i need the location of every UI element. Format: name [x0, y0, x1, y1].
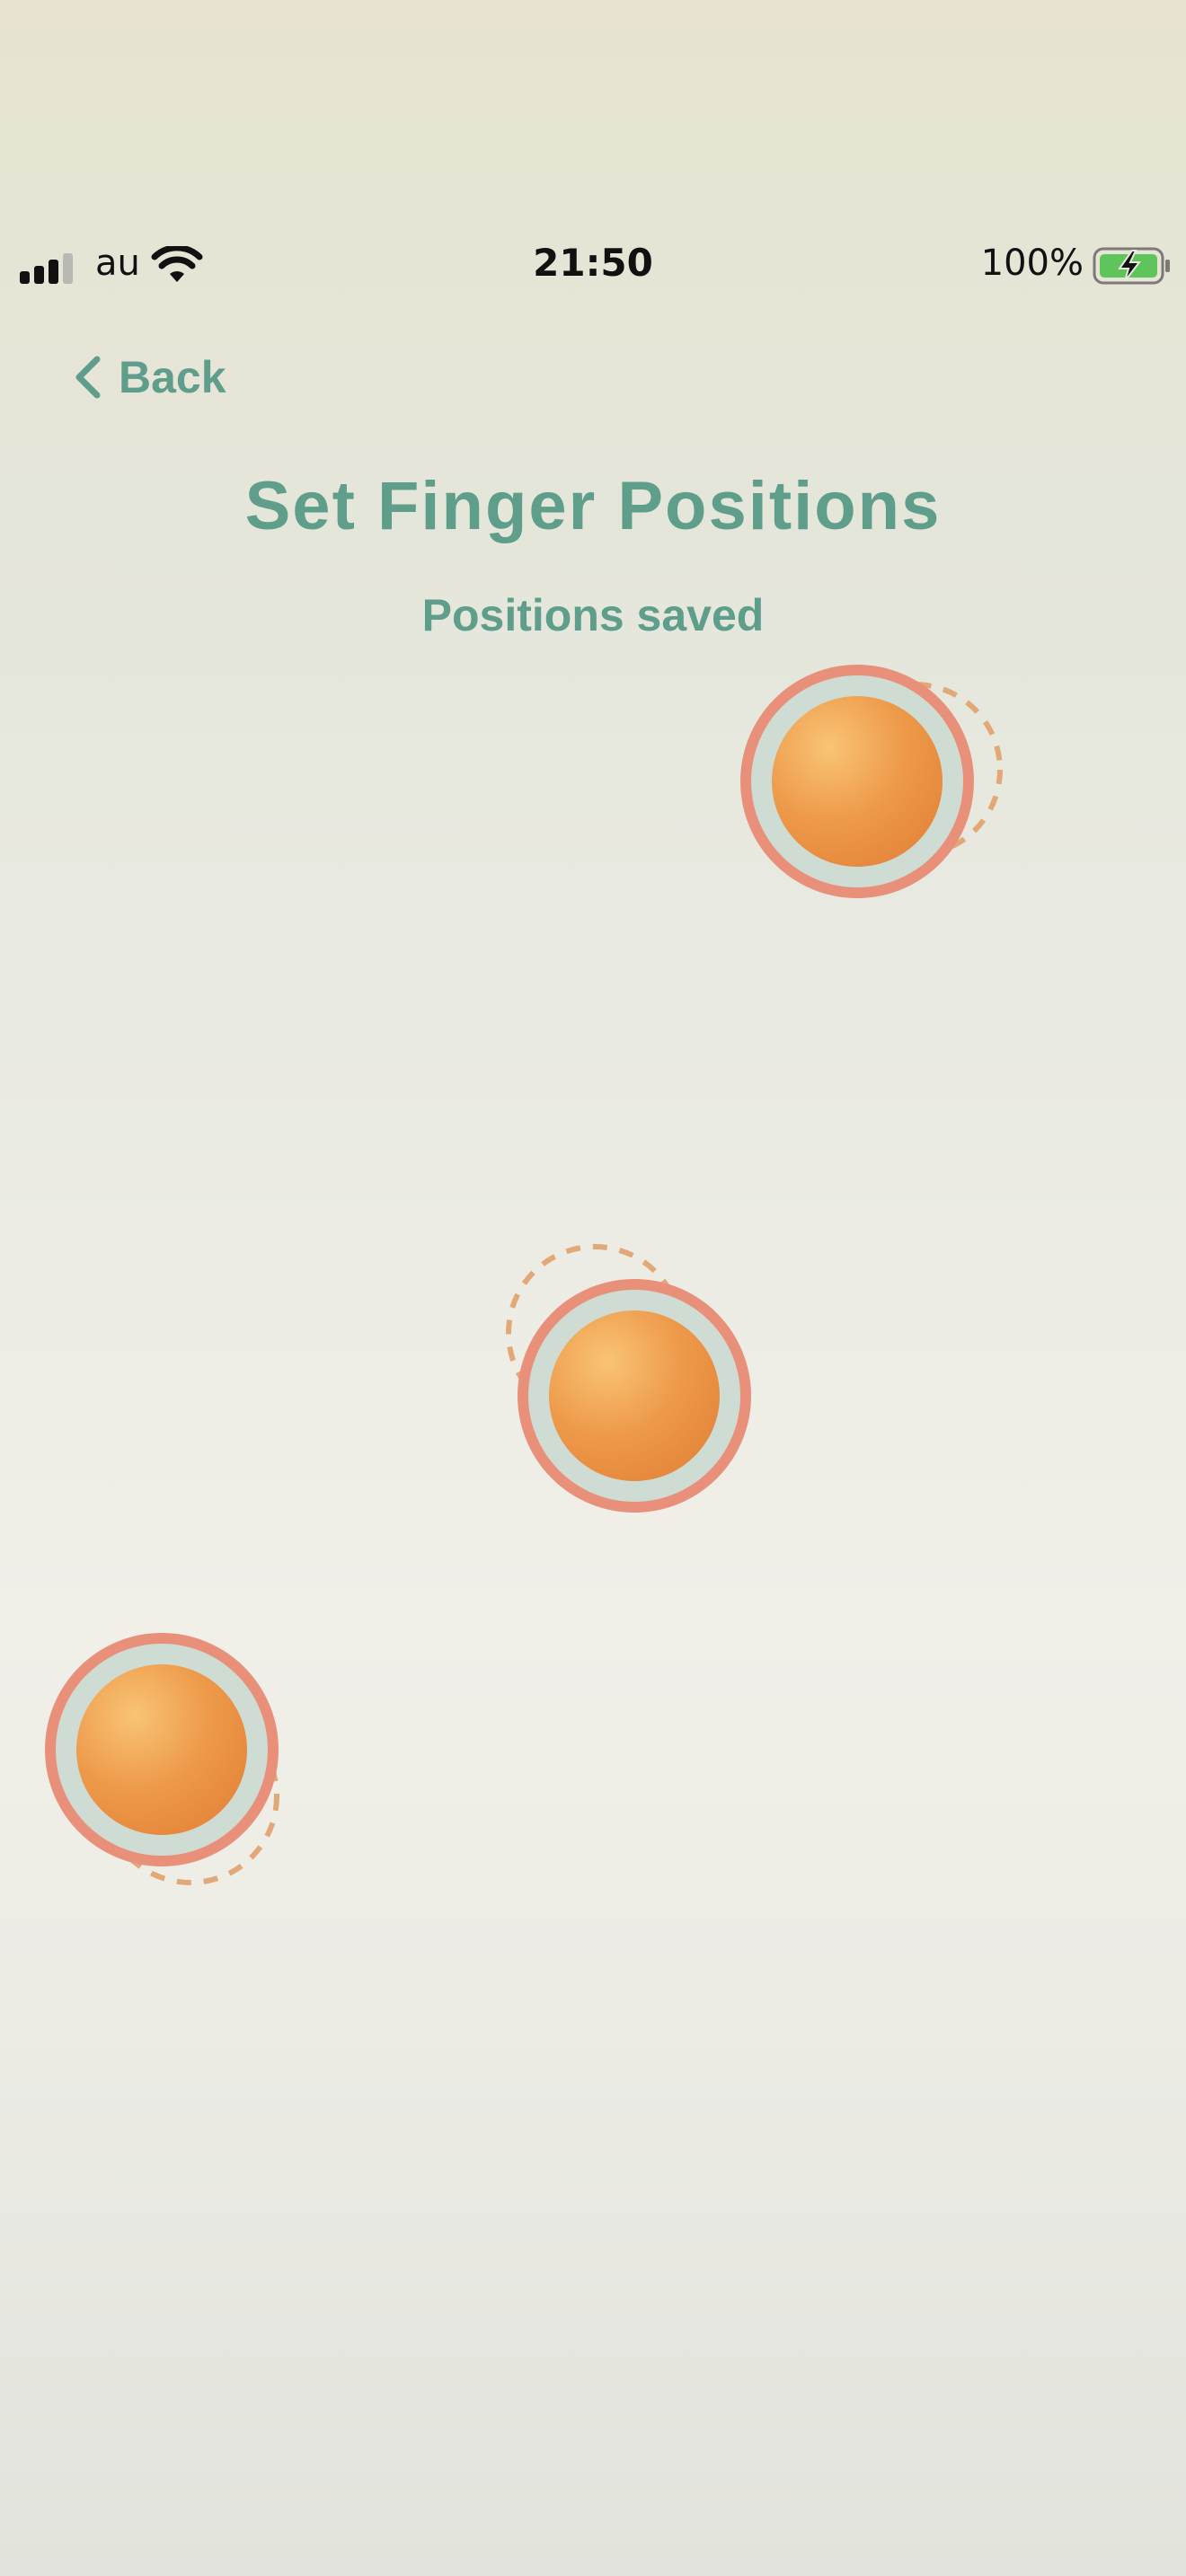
status-bar: au 21:50 100%: [0, 235, 1186, 295]
finger-marker-1[interactable]: [740, 665, 1003, 898]
finger-dot[interactable]: [549, 1310, 720, 1481]
finger-marker-2[interactable]: [506, 1244, 751, 1513]
back-button[interactable]: Back: [72, 343, 226, 411]
finger-marker-3[interactable]: [45, 1633, 279, 1885]
page-title: Set Finger Positions: [244, 468, 942, 544]
chevron-left-icon: [75, 356, 101, 399]
back-label: Back: [119, 352, 226, 402]
finger-dot[interactable]: [772, 696, 943, 867]
battery-charging-icon: [1093, 247, 1170, 285]
finger-dot[interactable]: [76, 1664, 247, 1835]
battery-percent: 100%: [980, 243, 1084, 284]
